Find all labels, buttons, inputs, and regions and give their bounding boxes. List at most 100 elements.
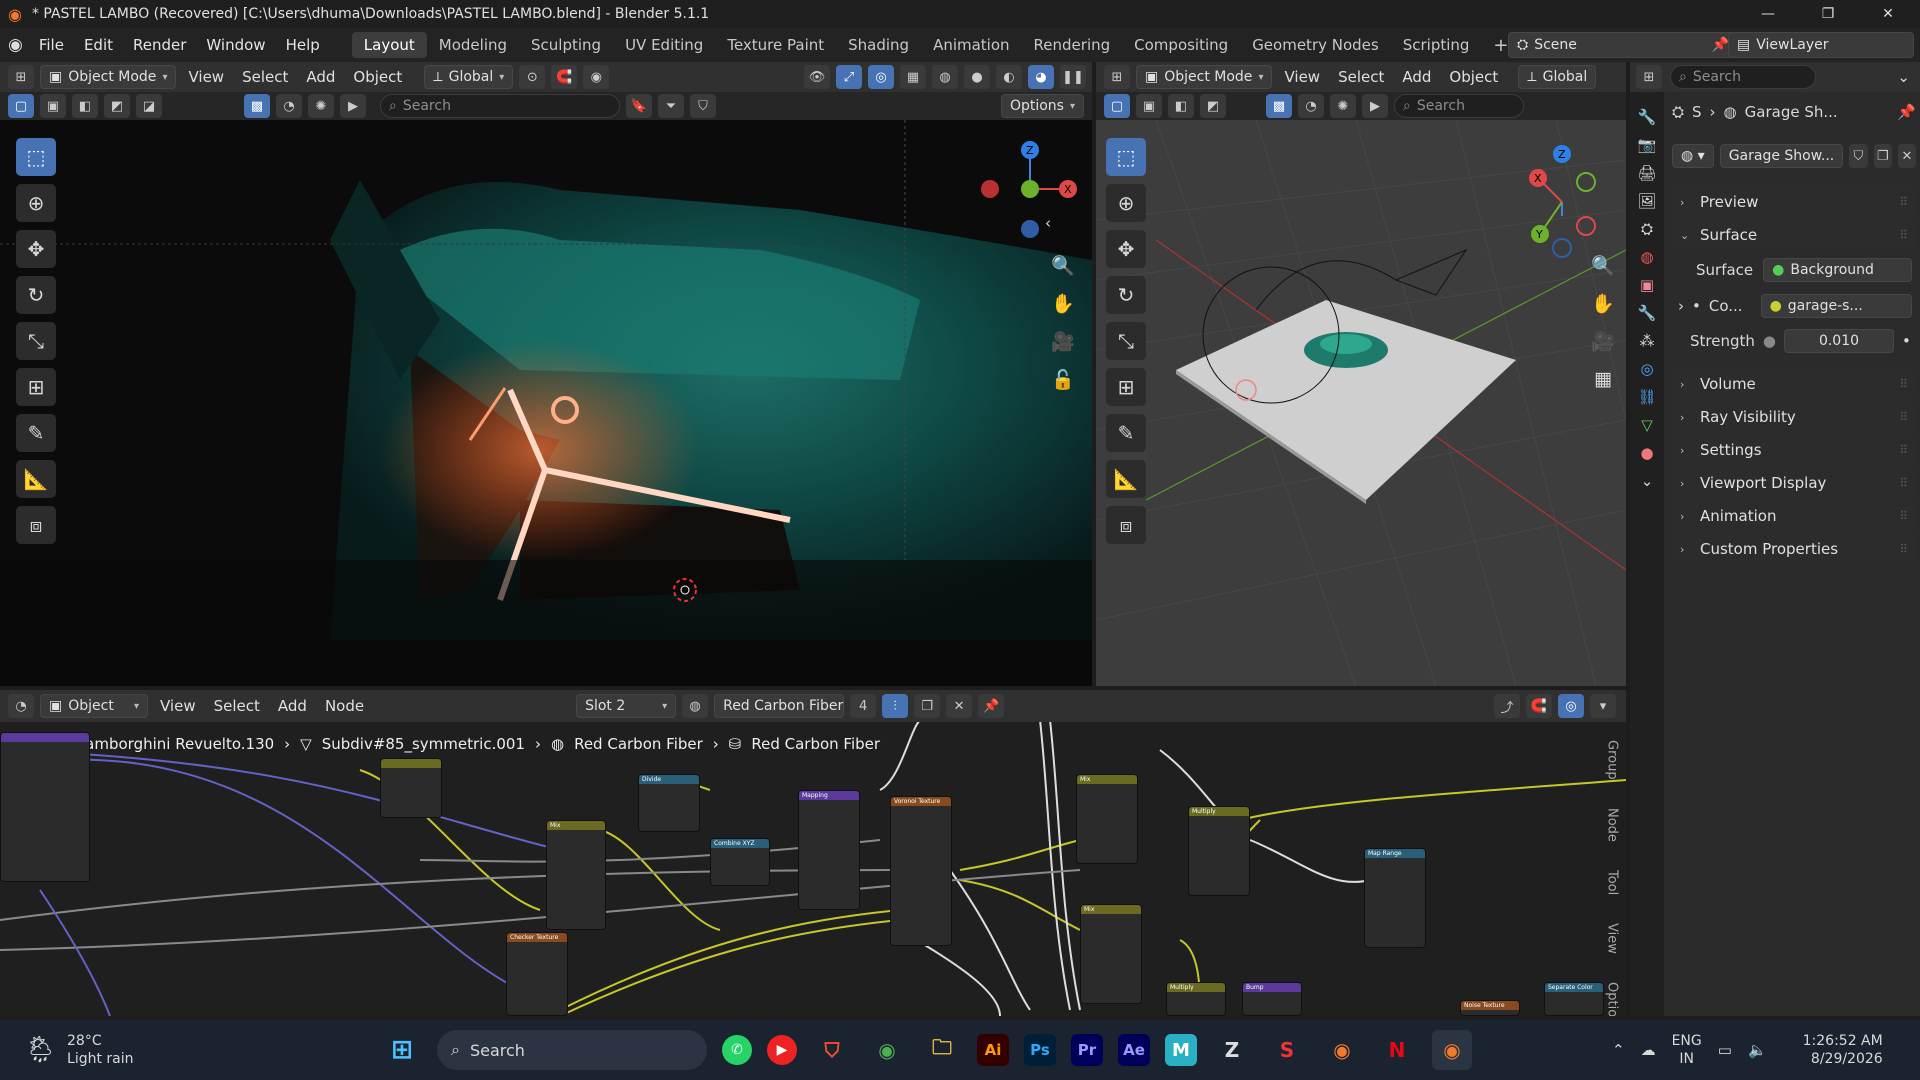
fake-user-shield-icon[interactable]: ⛉	[1849, 144, 1868, 168]
bookmark-icon[interactable]: 🔖	[626, 94, 652, 118]
fake-user-icon[interactable]: ⫶	[882, 694, 909, 718]
select-subtract-icon[interactable]: ◧	[72, 94, 98, 118]
zbrush-icon[interactable]: Z	[1212, 1030, 1252, 1070]
tab-tool[interactable]: Tool	[1605, 870, 1620, 895]
color-texture-field[interactable]: ● garage-s...	[1760, 294, 1912, 318]
viewport-right[interactable]: ⊞ ▣ Object Mode ▾ View Select Add Object ⟂…	[1096, 62, 1626, 686]
select-box-icon[interactable]: ▢	[1104, 94, 1130, 118]
snap-icon[interactable]: 🧲	[1526, 694, 1552, 718]
editor-type-icon[interactable]: ⊞	[8, 65, 34, 89]
select-invert-icon[interactable]: ◩	[104, 94, 130, 118]
pause-render-icon[interactable]: ❚❚	[1060, 65, 1086, 89]
select-extend-icon[interactable]: ▣	[1136, 94, 1162, 118]
world-name-field[interactable]: Garage Show...	[1719, 144, 1844, 168]
options-dropdown[interactable]: Options ▾	[1000, 94, 1084, 118]
shading-material-icon[interactable]: ◐	[996, 65, 1022, 89]
filter-light-icon[interactable]: ✺	[308, 94, 334, 118]
node-noise-texture[interactable]: Noise Texture	[1460, 1000, 1520, 1016]
filter-camera-icon[interactable]: ▶	[1362, 94, 1388, 118]
annotate-tool-icon[interactable]: ✎	[1106, 414, 1146, 452]
scene-selector[interactable]: ⛭ Scene 📌	[1508, 32, 1738, 58]
youtube-music-icon[interactable]: ▶	[767, 1035, 797, 1065]
vr-menu-add[interactable]: Add	[1396, 68, 1437, 86]
tool-tab-icon[interactable]: 🔧	[1638, 108, 1657, 126]
material-users-count[interactable]: 4	[850, 694, 877, 718]
netflix-icon[interactable]: N	[1377, 1030, 1417, 1070]
chevron-down-icon[interactable]: ⌄	[1897, 68, 1910, 86]
panel-animation[interactable]: › Animation ⠿	[1670, 500, 1916, 532]
workspace-tab-geometry-nodes[interactable]: Geometry Nodes	[1240, 32, 1391, 58]
surface-shader-field[interactable]: ● Background	[1763, 258, 1912, 282]
transform-orientation[interactable]: ⟂ Global ▾	[424, 65, 514, 89]
view-layer-selector[interactable]: ▤ ViewLayer	[1728, 32, 1914, 58]
properties-search[interactable]: ⌕ Search	[1670, 65, 1816, 89]
node-map-range[interactable]: Map Range	[1364, 848, 1426, 948]
language-indicator[interactable]: ENG IN	[1672, 1032, 1702, 1068]
blender-active-icon[interactable]: ◉	[1432, 1030, 1472, 1070]
select-tool-icon[interactable]: ⬚	[16, 138, 56, 176]
filter-mesh-icon[interactable]: ▩	[244, 94, 270, 118]
panel-preview[interactable]: › Preview ⠿	[1670, 186, 1916, 218]
vl-menu-object[interactable]: Object	[347, 68, 408, 86]
panel-volume[interactable]: › Volume ⠿	[1670, 368, 1916, 400]
material-tab-icon[interactable]: ●	[1640, 444, 1653, 462]
shader-node-editor[interactable]: ◔ ▣ Object ▾ View Select Add Node Slot 2 ▾ …	[0, 690, 1626, 1016]
vr-menu-select[interactable]: Select	[1332, 68, 1390, 86]
pin-icon[interactable]: 📌	[978, 694, 1005, 718]
world-browse-dropdown[interactable]: ◍ ▾	[1672, 144, 1714, 168]
measure-tool-icon[interactable]: 📐	[16, 460, 56, 498]
mode-selector[interactable]: ▣ Object Mode ▾	[1136, 65, 1273, 89]
substance-icon[interactable]: S	[1267, 1030, 1307, 1070]
workspace-tab-uv-editing[interactable]: UV Editing	[613, 32, 715, 58]
transform-orientation[interactable]: ⟂ Global	[1518, 65, 1597, 89]
panel-viewport-display[interactable]: › Viewport Display ⠿	[1670, 467, 1916, 499]
lock-icon[interactable]: 🔓	[1046, 362, 1080, 396]
tab-group[interactable]: Group	[1605, 740, 1620, 780]
camera-view-icon[interactable]: 🎥	[1586, 324, 1620, 358]
editor-type-icon[interactable]: ⊞	[1636, 65, 1662, 89]
navigation-gizmo[interactable]: Z X	[970, 134, 1080, 254]
visibility-icon[interactable]: 👁	[804, 65, 830, 89]
ne-menu-view[interactable]: View	[154, 697, 202, 715]
zoom-icon[interactable]: 🔍	[1586, 248, 1620, 282]
network-icon[interactable]: ☁	[1641, 1041, 1656, 1059]
node-combine-xyz[interactable]: Combine XYZ	[710, 838, 770, 886]
clock[interactable]: 1:26:52 AM 8/29/2026	[1803, 1032, 1883, 1068]
material-browse-icon[interactable]: ◍	[682, 694, 709, 718]
transform-tool-icon[interactable]: ⊞	[16, 368, 56, 406]
vr-menu-object[interactable]: Object	[1443, 68, 1504, 86]
vl-menu-select[interactable]: Select	[236, 68, 294, 86]
viewport-search[interactable]: ⌕ Search	[1394, 94, 1524, 118]
brave-icon[interactable]: ⛉	[812, 1030, 852, 1070]
move-tool-icon[interactable]: ✥	[16, 230, 56, 268]
premiere-icon[interactable]: Pr	[1071, 1034, 1103, 1066]
maximize-button[interactable]: ❐	[1804, 0, 1852, 28]
workspace-tab-sculpting[interactable]: Sculpting	[519, 32, 613, 58]
close-button[interactable]: ✕	[1864, 0, 1912, 28]
world-tab-icon[interactable]: ◍	[1640, 248, 1653, 266]
select-box-icon[interactable]: ▢	[8, 94, 34, 118]
output-tab-icon[interactable]: 🖨	[1637, 164, 1656, 182]
tab-view[interactable]: View	[1605, 923, 1620, 954]
node-divide[interactable]: Divide	[638, 774, 700, 832]
workspace-tab-scripting[interactable]: Scripting	[1391, 32, 1482, 58]
filter-camera-icon[interactable]: ▶	[340, 94, 366, 118]
panel-settings[interactable]: › Settings ⠿	[1670, 434, 1916, 466]
select-invert-icon[interactable]: ◩	[1200, 94, 1226, 118]
snap-icon[interactable]: 🧲	[551, 65, 578, 89]
unlink-material-icon[interactable]: ✕	[946, 694, 973, 718]
filter-icon[interactable]: ⏷	[658, 94, 684, 118]
select-subtract-icon[interactable]: ◧	[1168, 94, 1194, 118]
move-tool-icon[interactable]: ✥	[1106, 230, 1146, 268]
photoshop-icon[interactable]: Ps	[1024, 1034, 1056, 1066]
workspace-tab-modeling[interactable]: Modeling	[427, 32, 519, 58]
ne-menu-select[interactable]: Select	[208, 697, 266, 715]
ne-menu-node[interactable]: Node	[319, 697, 370, 715]
chrome-icon[interactable]: ◉	[867, 1030, 907, 1070]
filter-curve-icon[interactable]: ◔	[1298, 94, 1324, 118]
add-cube-tool-icon[interactable]: ⧈	[16, 506, 56, 544]
tab-options[interactable]: Options	[1605, 982, 1620, 1016]
modifier-tab-icon[interactable]: 🔧	[1638, 304, 1657, 322]
blender-icon[interactable]: ◉	[1322, 1030, 1362, 1070]
weather-widget[interactable]: 🌦 28°C Light rain	[24, 1032, 224, 1068]
